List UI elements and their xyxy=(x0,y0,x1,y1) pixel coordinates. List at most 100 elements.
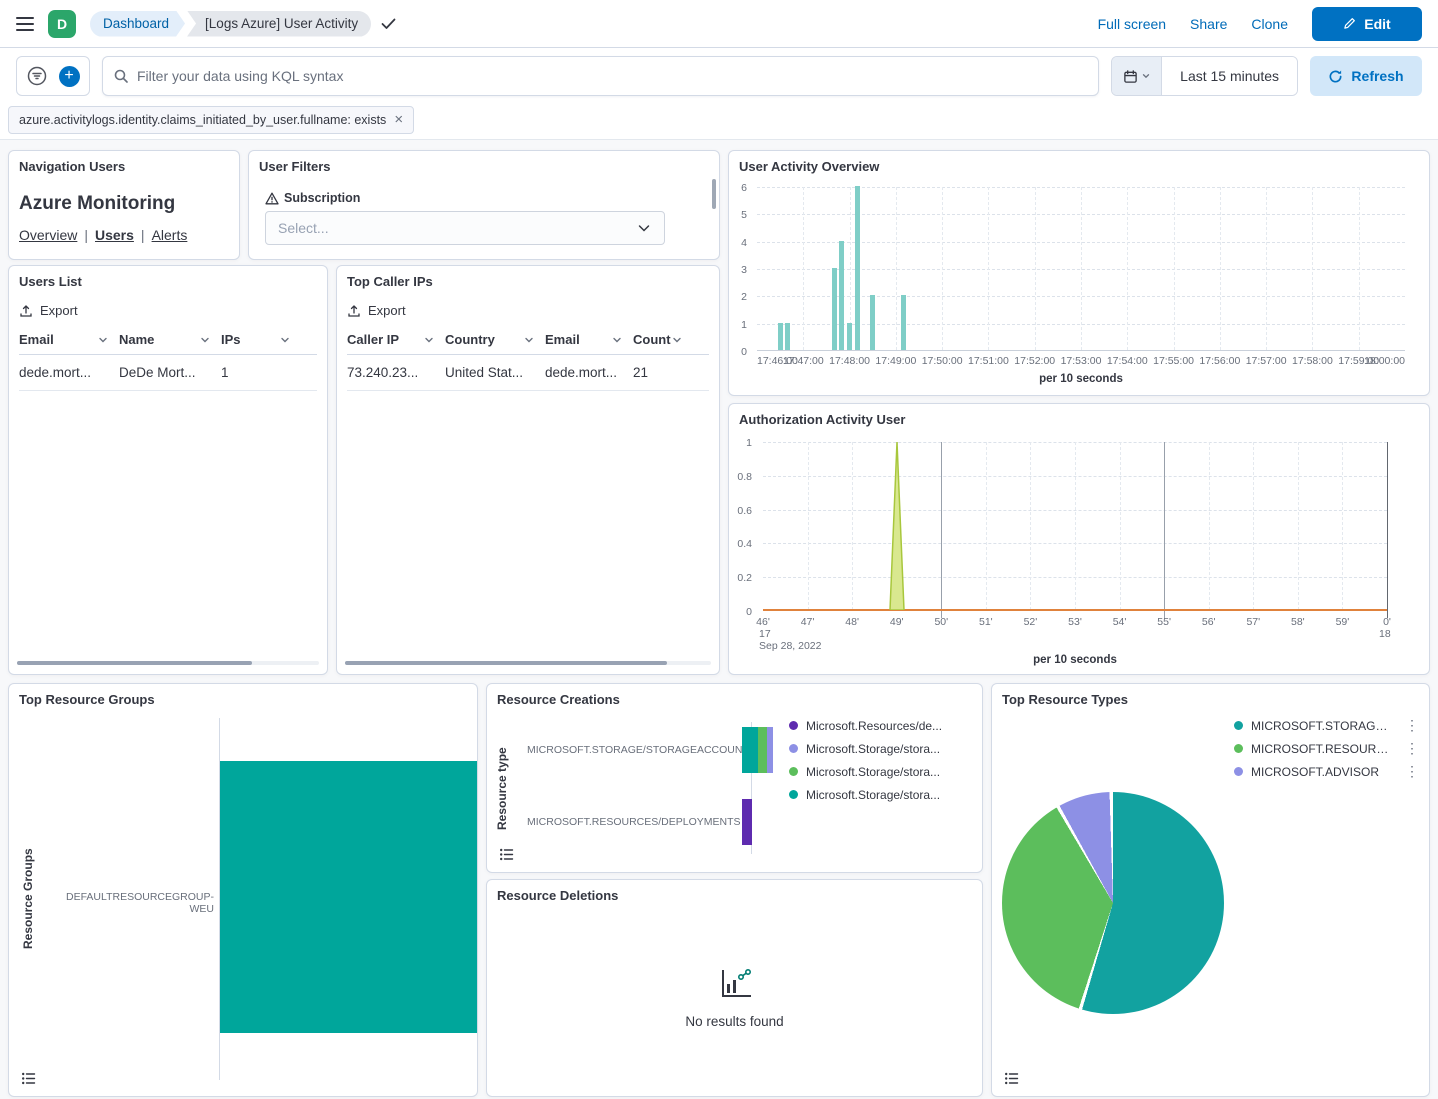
legend-label: MICROSOFT.STORAGE/... xyxy=(1251,719,1395,733)
legend-item[interactable]: MICROSOFT.RESOURCE...⋮ xyxy=(1234,737,1421,760)
panel-title: User Activity Overview xyxy=(739,159,879,174)
activity-bar[interactable] xyxy=(847,323,852,350)
sort-chevron-icon[interactable] xyxy=(523,334,535,346)
filter-pill[interactable]: azure.activitylogs.identity.claims_initi… xyxy=(8,106,414,134)
stacked-bar[interactable] xyxy=(742,727,773,773)
sort-chevron-icon[interactable] xyxy=(423,334,435,346)
x-axis-tick-label: 17:51:00 xyxy=(968,355,1009,367)
edit-button[interactable]: Edit xyxy=(1312,7,1422,41)
saved-query-filter-icon[interactable] xyxy=(21,60,53,92)
table-row[interactable]: dede.mort...DeDe Mort...1 xyxy=(19,355,317,391)
x-axis-tick-label: 17:55:00 xyxy=(1153,355,1194,367)
legend-toggle-icon[interactable] xyxy=(19,1069,38,1088)
column-header[interactable]: Count xyxy=(633,332,693,347)
legend-toggle-icon[interactable] xyxy=(497,845,516,864)
activity-bar[interactable] xyxy=(832,268,837,350)
export-button[interactable]: Export xyxy=(19,303,78,318)
sort-chevron-icon[interactable] xyxy=(199,334,211,346)
legend-dot xyxy=(789,767,798,776)
y-axis-tick-label: 6 xyxy=(741,182,747,194)
x-axis-tick-label: 17:49:00 xyxy=(875,355,916,367)
vertical-scrollbar[interactable] xyxy=(712,179,716,209)
breadcrumb-current: [Logs Azure] User Activity xyxy=(187,11,371,37)
activity-bar[interactable] xyxy=(901,295,906,350)
gridline-x xyxy=(1030,442,1031,610)
column-header[interactable]: IPs xyxy=(221,332,301,347)
options-menu-icon[interactable]: ⋮ xyxy=(1403,717,1421,734)
add-filter-icon[interactable]: + xyxy=(53,60,85,92)
space-avatar[interactable]: D xyxy=(48,10,76,38)
calendar-icon[interactable] xyxy=(1112,57,1162,95)
sort-chevron-icon[interactable] xyxy=(279,334,291,346)
x-axis-labels: 46'47'48'49'50'51'52'53'54'55'56'57'58'5… xyxy=(763,616,1387,628)
options-menu-icon[interactable]: ⋮ xyxy=(1403,740,1421,757)
legend-label: Microsoft.Storage/stora... xyxy=(806,765,940,779)
kql-search-box[interactable] xyxy=(102,56,1099,96)
pie-chart[interactable] xyxy=(1002,792,1224,1014)
full-screen-link[interactable]: Full screen xyxy=(1098,16,1166,32)
table-row[interactable]: 73.240.23...United Stat...dede.mort...21 xyxy=(347,355,709,391)
gridline-x xyxy=(1359,187,1360,350)
gridline-x xyxy=(1075,442,1076,610)
kql-search-input[interactable] xyxy=(137,68,1088,84)
legend-dot xyxy=(789,721,798,730)
x-axis-tick-label: 56' xyxy=(1202,616,1216,628)
column-header[interactable]: Country xyxy=(445,332,545,347)
sort-chevron-icon[interactable] xyxy=(97,334,109,346)
legend-dot xyxy=(789,790,798,799)
nav-link-alerts[interactable]: Alerts xyxy=(152,227,188,243)
export-button[interactable]: Export xyxy=(347,303,406,318)
remove-filter-icon[interactable]: × xyxy=(394,112,403,127)
clone-link[interactable]: Clone xyxy=(1251,16,1288,32)
legend-toggle-icon[interactable] xyxy=(1002,1069,1021,1088)
resource-group-bar[interactable] xyxy=(220,761,477,1033)
stacked-bar[interactable] xyxy=(742,799,752,845)
column-label: IPs xyxy=(221,332,241,347)
x-axis-tick-label: 48' xyxy=(845,616,859,628)
sort-chevron-icon[interactable] xyxy=(611,334,623,346)
nav-link-overview[interactable]: Overview xyxy=(19,227,77,243)
share-link[interactable]: Share xyxy=(1190,16,1227,32)
refresh-button[interactable]: Refresh xyxy=(1310,56,1422,96)
menu-icon[interactable] xyxy=(16,17,34,31)
horizontal-scrollbar-track xyxy=(345,661,711,665)
table-header-row: EmailNameIPs xyxy=(19,332,317,355)
breadcrumb-dashboard[interactable]: Dashboard xyxy=(90,11,185,37)
activity-bar[interactable] xyxy=(870,295,875,350)
legend-item[interactable]: Microsoft.Storage/stora... xyxy=(789,760,975,783)
y-axis-tick-label: 0.4 xyxy=(737,538,752,550)
activity-bar[interactable] xyxy=(839,241,844,350)
legend-item[interactable]: MICROSOFT.STORAGE/... ⋮ xyxy=(1234,714,1421,737)
empty-message: No results found xyxy=(685,1014,783,1029)
legend-item[interactable]: MICROSOFT.ADVISOR⋮ xyxy=(1234,760,1421,783)
legend-item[interactable]: Microsoft.Storage/stora... xyxy=(789,737,975,760)
activity-bar[interactable] xyxy=(778,323,783,350)
nav-link-users[interactable]: Users xyxy=(95,227,134,243)
activity-bar[interactable] xyxy=(785,323,790,350)
users-table: EmailNameIPsdede.mort...DeDe Mort...1 xyxy=(19,332,317,391)
table-cell: DeDe Mort... xyxy=(119,355,221,390)
column-header[interactable]: Email xyxy=(19,332,119,347)
y-axis-tick-label: 0.2 xyxy=(737,572,752,584)
activity-bar[interactable] xyxy=(855,186,860,350)
gridline-x xyxy=(852,442,853,610)
stacked-bar-row: MICROSOFT.RESOURCES/DEPLOYMENTS xyxy=(527,799,773,845)
bar-segment xyxy=(742,799,752,845)
column-header[interactable]: Name xyxy=(119,332,221,347)
horizontal-scrollbar-thumb[interactable] xyxy=(345,661,667,665)
edit-button-label: Edit xyxy=(1364,16,1390,32)
column-header[interactable]: Caller IP xyxy=(347,332,445,347)
link-separator: | xyxy=(141,227,145,243)
legend-label: Microsoft.Storage/stora... xyxy=(806,788,940,802)
subscription-select[interactable]: Select... xyxy=(265,211,665,245)
legend-item[interactable]: Microsoft.Storage/stora... xyxy=(789,783,975,806)
legend-item[interactable]: Microsoft.Resources/de... xyxy=(789,714,975,737)
column-header[interactable]: Email xyxy=(545,332,633,347)
gridline-x xyxy=(988,187,989,350)
horizontal-scrollbar-thumb[interactable] xyxy=(17,661,252,665)
legend-label: Microsoft.Storage/stora... xyxy=(806,742,940,756)
sort-chevron-icon[interactable] xyxy=(671,334,683,346)
time-range-button[interactable]: Last 15 minutes xyxy=(1162,57,1297,95)
options-menu-icon[interactable]: ⋮ xyxy=(1403,763,1421,780)
bar-segment xyxy=(767,727,773,773)
